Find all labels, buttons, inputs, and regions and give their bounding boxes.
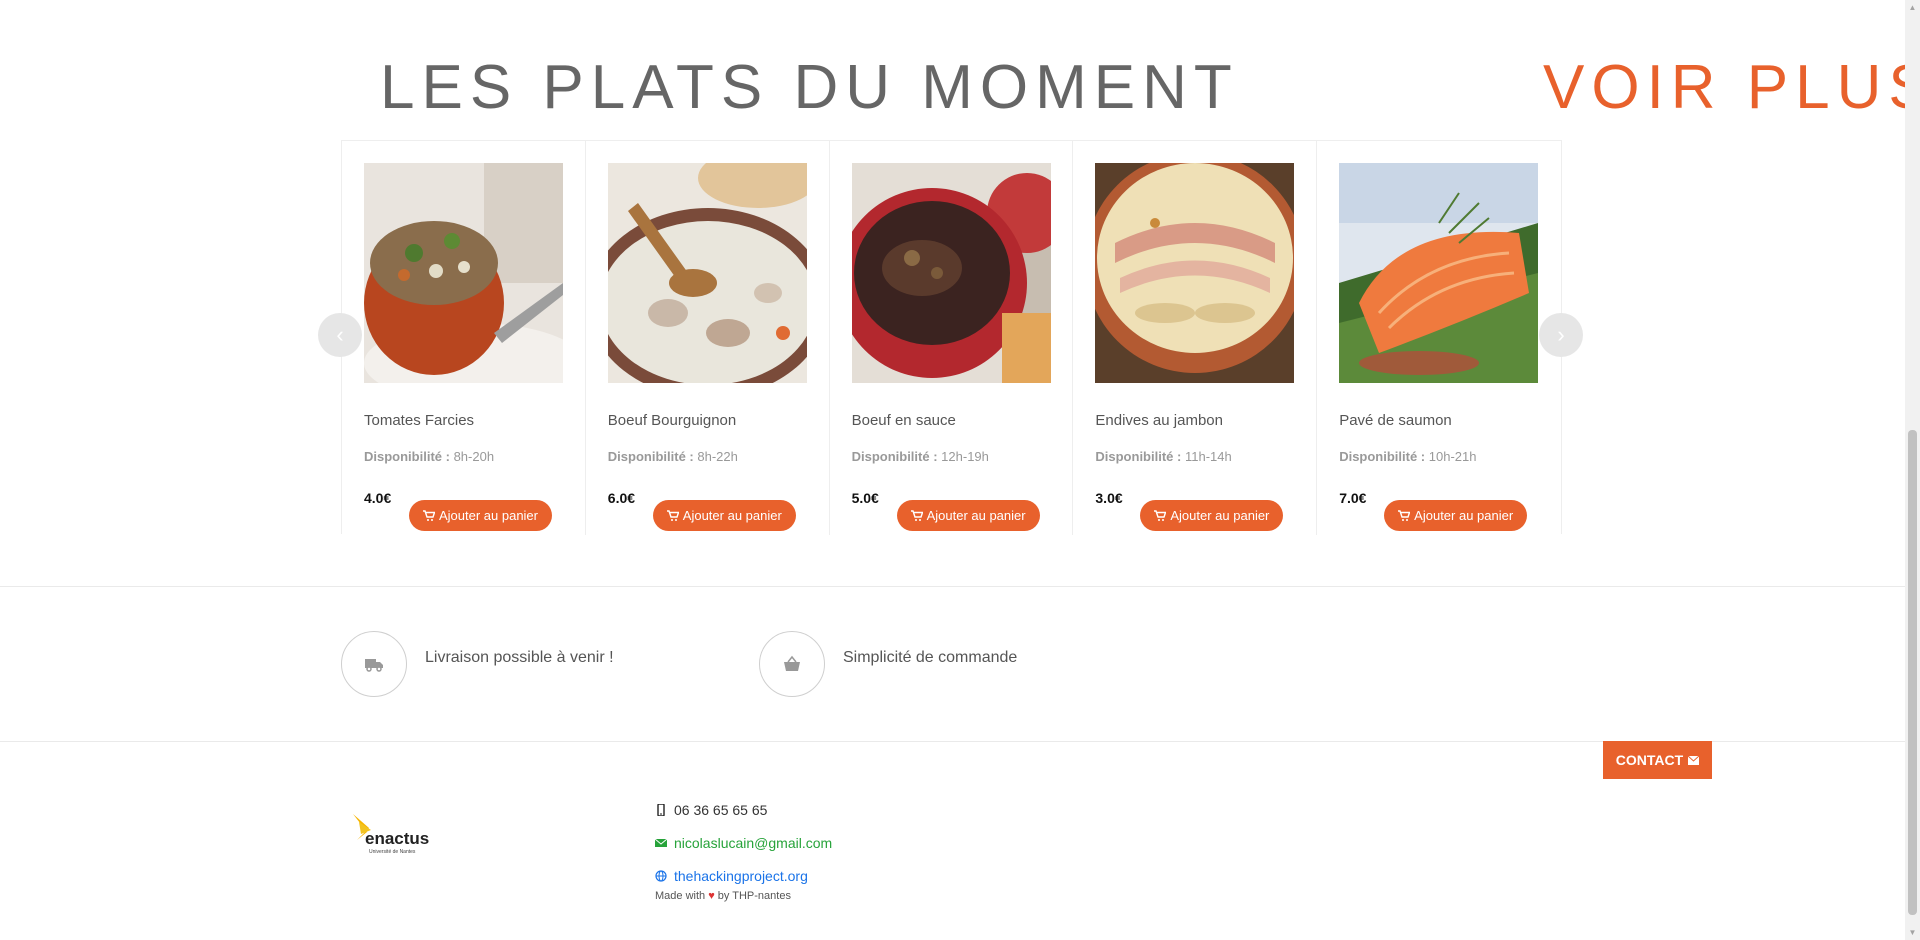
chevron-left-icon: ‹ — [336, 322, 344, 347]
add-to-cart-button[interactable]: Ajouter au panier — [896, 500, 1040, 531]
carousel-prev-button[interactable]: ‹ — [318, 313, 362, 357]
dish-name: Pavé de saumon — [1339, 412, 1452, 429]
section-title: LES PLATS DU MOMENT — [380, 53, 1239, 122]
add-to-cart-label: Ajouter au panier — [438, 508, 538, 523]
cart-icon — [666, 509, 679, 521]
dishes-carousel: Tomates Farcies Disponibilité : 8h-20h 4… — [341, 140, 1562, 535]
made-with-suffix: by THP-nantes — [717, 890, 791, 902]
logo-text: enactus — [365, 829, 429, 848]
logo-subtitle: Université de Nantes — [369, 849, 416, 855]
feature-icon-circle — [759, 631, 825, 697]
dish-availability: Disponibilité : 12h-19h — [852, 449, 989, 464]
scrollbar-thumb[interactable] — [1908, 430, 1917, 915]
website-row: thehackingproject.org — [655, 859, 832, 892]
website-link[interactable]: thehackingproject.org — [674, 868, 808, 884]
envelope-icon — [655, 838, 667, 847]
truck-icon — [365, 659, 383, 672]
email-link[interactable]: nicolaslucain@gmail.com — [674, 835, 832, 851]
dish-name: Tomates Farcies — [364, 412, 475, 429]
add-to-cart-label: Ajouter au panier — [1414, 508, 1514, 523]
availability-hours: 11h-14h — [1184, 449, 1232, 464]
add-to-cart-label: Ajouter au panier — [682, 508, 782, 523]
feature-text: Simplicité de commande — [843, 649, 1018, 666]
heart-icon: ♥ — [708, 890, 715, 902]
divider — [0, 586, 1905, 587]
dish-availability: Disponibilité : 8h-22h — [608, 449, 738, 464]
availability-hours: 8h-22h — [697, 449, 738, 464]
cart-icon — [1398, 509, 1411, 521]
feature-ordering: Simplicité de commande — [759, 631, 1017, 697]
dish-card: Boeuf Bourguignon Disponibilité : 8h-22h… — [586, 141, 830, 535]
add-to-cart-label: Ajouter au panier — [926, 508, 1026, 523]
dish-price: 3.0€ — [1095, 490, 1123, 506]
add-to-cart-label: Ajouter au panier — [1170, 508, 1270, 523]
made-with-credit: Made with ♥ by THP-nantes — [655, 890, 791, 902]
availability-hours: 10h-21h — [1428, 449, 1477, 464]
creamy-stew-image[interactable] — [607, 163, 807, 383]
endive-gratin-image[interactable] — [1095, 163, 1295, 383]
availability-label: Disponibilité : — [1095, 449, 1182, 464]
scroll-up-arrow[interactable]: ▲ — [1905, 0, 1920, 15]
dish-price: 5.0€ — [851, 490, 879, 506]
dish-card: Endives au jambon Disponibilité : 11h-14… — [1073, 141, 1318, 535]
feature-delivery: Livraison possible à venir ! — [341, 631, 614, 697]
scroll-down-arrow[interactable]: ▼ — [1905, 925, 1920, 940]
cart-icon — [910, 509, 923, 521]
availability-label: Disponibilité : — [364, 449, 450, 464]
chevron-right-icon: › — [1557, 322, 1565, 347]
contact-button[interactable]: CONTACT — [1603, 741, 1712, 779]
dish-availability: Disponibilité : 11h-14h — [1095, 449, 1231, 464]
phone-row: 06 36 65 65 65 — [655, 793, 832, 826]
add-to-cart-button[interactable]: Ajouter au panier — [409, 500, 552, 531]
dish-name: Boeuf en sauce — [851, 412, 956, 429]
dish-price: 6.0€ — [607, 490, 636, 506]
add-to-cart-button[interactable]: Ajouter au panier — [1384, 500, 1528, 531]
feature-text: Livraison possible à venir ! — [425, 649, 614, 666]
basket-icon — [784, 655, 800, 671]
dish-availability: Disponibilité : 10h-21h — [1339, 449, 1476, 464]
phone-number: 06 36 65 65 65 — [674, 801, 768, 818]
email-row: nicolaslucain@gmail.com — [655, 826, 832, 859]
cart-icon — [1154, 509, 1167, 521]
dish-availability: Disponibilité : 8h-20h — [364, 449, 494, 464]
dish-card: Pavé de saumon Disponibilité : 10h-21h 7… — [1317, 141, 1561, 535]
carousel-next-button[interactable]: › — [1539, 313, 1583, 357]
availability-hours: 12h-19h — [941, 449, 989, 464]
globe-icon — [655, 869, 667, 882]
beef-casserole-image[interactable] — [851, 163, 1051, 383]
feature-icon-circle — [341, 631, 407, 697]
availability-label: Disponibilité : — [607, 449, 694, 464]
phone-icon — [657, 803, 665, 816]
add-to-cart-button[interactable]: Ajouter au panier — [1140, 500, 1284, 531]
enactus-logo: enactus Université de Nantes — [349, 806, 439, 864]
availability-label: Disponibilité : — [1339, 449, 1426, 464]
cart-icon — [422, 509, 435, 521]
stuffed-tomato-image[interactable] — [364, 163, 563, 383]
salmon-fillet-image[interactable] — [1339, 163, 1539, 383]
contact-list: 06 36 65 65 65 nicolaslucain@gmail.com t… — [655, 793, 832, 892]
availability-label: Disponibilité : — [851, 449, 938, 464]
dish-name: Endives au jambon — [1095, 412, 1223, 429]
see-more-link[interactable]: VOIR PLUS — [1543, 50, 1920, 126]
dish-card: Tomates Farcies Disponibilité : 8h-20h 4… — [342, 141, 586, 535]
dish-price: 7.0€ — [1339, 490, 1367, 506]
dish-price: 4.0€ — [364, 490, 392, 506]
dish-card: Boeuf en sauce Disponibilité : 12h-19h 5… — [830, 141, 1074, 535]
availability-hours: 8h-20h — [453, 449, 495, 464]
envelope-icon — [1688, 755, 1700, 765]
contact-label: CONTACT — [1615, 752, 1684, 768]
dish-name: Boeuf Bourguignon — [607, 412, 737, 429]
add-to-cart-button[interactable]: Ajouter au panier — [652, 500, 796, 531]
made-with-prefix: Made with — [655, 890, 706, 902]
